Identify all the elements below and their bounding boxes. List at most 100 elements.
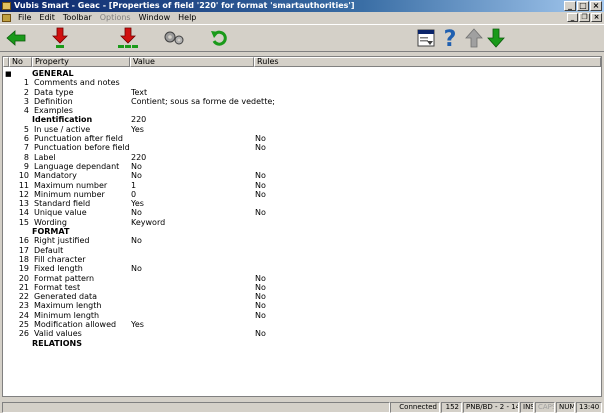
insert-line-button[interactable] <box>48 26 72 50</box>
table-row[interactable]: 24 Minimum length No <box>3 311 601 320</box>
menu-help[interactable]: Help <box>174 12 200 23</box>
table-row[interactable]: 19 Fixed length No <box>3 264 601 273</box>
column-header-value[interactable]: Value <box>130 57 254 67</box>
rules-cell: No <box>255 189 266 199</box>
menu-file[interactable]: File <box>14 12 35 23</box>
property-cell: Examples <box>34 106 73 116</box>
table-row[interactable]: 4 Examples <box>3 106 601 115</box>
property-cell: Format test <box>34 282 81 292</box>
menu-bar: File Edit Toolbar Options Window Help _ … <box>0 12 604 23</box>
help-button[interactable]: ? <box>438 26 462 50</box>
up-arrow-icon <box>465 28 483 48</box>
move-down-button[interactable] <box>484 26 508 50</box>
status-location: PNB/BD - 2 - 148 <box>463 402 519 413</box>
table-row[interactable]: 15 Wording Keyword <box>3 218 601 227</box>
child-close-button[interactable]: × <box>591 13 602 22</box>
property-cell: Comments and notes <box>34 78 120 88</box>
row-number: 18 <box>18 254 29 264</box>
table-row[interactable]: 3 Definition Contient; sous sa forme de ve… <box>3 97 601 106</box>
document-icon[interactable] <box>2 13 11 22</box>
table-row[interactable]: 21 Format test No <box>3 283 601 292</box>
rules-cell: No <box>255 273 266 283</box>
table-row[interactable]: 1 Comments and notes <box>3 78 601 87</box>
row-number: 17 <box>18 245 29 255</box>
row-number: 15 <box>18 217 29 227</box>
table-row[interactable]: 22 Generated data No <box>3 292 601 301</box>
app-icon[interactable] <box>2 2 11 10</box>
property-cell: Format pattern <box>34 273 95 283</box>
status-num: NUM <box>556 402 575 413</box>
insert-multiple-lines-button[interactable] <box>116 26 140 50</box>
property-cell: Language dependant <box>34 161 120 171</box>
menu-window[interactable]: Window <box>135 12 175 23</box>
property-cell: Generated data <box>34 292 98 302</box>
row-number: 14 <box>18 208 29 218</box>
property-cell: Default <box>34 245 64 255</box>
property-cell: Minimum length <box>34 310 100 320</box>
refresh-button[interactable] <box>208 26 232 50</box>
table-row[interactable]: 23 Maximum length No <box>3 301 601 310</box>
table-row[interactable]: 7 Punctuation before field No <box>3 143 601 152</box>
column-header-rules[interactable]: Rules <box>254 57 601 67</box>
insert-multiple-lines-icon <box>118 27 138 48</box>
column-header-property[interactable]: Property <box>32 57 130 67</box>
property-cell: Punctuation before field <box>34 143 130 153</box>
help-icon: ? <box>444 27 457 49</box>
table-row[interactable]: 2 Data type Text <box>3 88 601 97</box>
back-arrow-icon <box>6 30 26 46</box>
table-row[interactable]: 18 Fill character <box>3 255 601 264</box>
table-row[interactable]: 9 Language dependant No <box>3 162 601 171</box>
child-restore-button[interactable]: ❐ <box>579 13 590 22</box>
menu-options[interactable]: Options <box>96 12 135 23</box>
property-cell: Maximum length <box>34 301 102 311</box>
window-button[interactable] <box>414 26 438 50</box>
table-row[interactable]: 11 Maximum number 1 No <box>3 181 601 190</box>
maximize-button[interactable]: □ <box>577 1 589 11</box>
row-number: 24 <box>18 310 29 320</box>
property-cell: Modification allowed <box>34 320 117 330</box>
table-row[interactable]: 5 In use / active Yes <box>3 125 601 134</box>
section-header-row: FORMAT <box>3 227 601 236</box>
table-row[interactable]: 16 Right justified No <box>3 236 601 245</box>
section-header-row: RELATIONS <box>3 339 601 348</box>
minimize-button[interactable]: _ <box>564 1 576 11</box>
properties-grid[interactable]: No Property Value Rules ■ GENERAL 1 Commen… <box>2 56 602 397</box>
property-cell: GENERAL <box>32 69 74 78</box>
window-icon <box>417 29 435 47</box>
value-cell: 220 <box>131 152 147 162</box>
value-cell: Contient; sous sa forme de vedette; <box>131 96 275 106</box>
property-cell: Maximum number <box>34 180 108 190</box>
table-row[interactable]: 20 Format pattern No <box>3 274 601 283</box>
refresh-icon <box>211 30 227 46</box>
table-row[interactable]: 6 Punctuation after field No <box>3 134 601 143</box>
row-number: 1 <box>23 78 29 88</box>
column-header-no[interactable]: No <box>9 57 32 67</box>
table-row[interactable]: 10 Mandatory No No <box>3 171 601 180</box>
property-cell: Valid values <box>34 329 82 339</box>
menu-edit[interactable]: Edit <box>35 12 59 23</box>
property-cell: Mandatory <box>34 171 77 181</box>
row-number: 25 <box>18 320 29 330</box>
table-row[interactable]: 12 Minimum number 0 No <box>3 190 601 199</box>
settings-button[interactable] <box>162 26 186 50</box>
table-row[interactable]: 17 Default <box>3 246 601 255</box>
row-number: 3 <box>23 96 29 106</box>
status-count: 152 <box>441 402 462 413</box>
back-button[interactable] <box>4 26 28 50</box>
value-cell: No <box>131 171 142 181</box>
move-up-button[interactable] <box>462 26 486 50</box>
svg-text:?: ? <box>444 27 457 49</box>
table-row[interactable]: 14 Unique value No No <box>3 208 601 217</box>
row-number: 22 <box>18 292 29 302</box>
table-row[interactable]: 25 Modification allowed Yes <box>3 320 601 329</box>
property-cell: Wording <box>34 217 67 227</box>
table-row[interactable]: 13 Standard field Yes <box>3 199 601 208</box>
table-row[interactable]: 8 Label 220 <box>3 153 601 162</box>
child-minimize-button[interactable]: _ <box>567 13 578 22</box>
close-button[interactable]: × <box>590 1 602 11</box>
rules-cell: No <box>255 310 266 320</box>
row-number: 10 <box>18 171 29 181</box>
down-arrow-icon <box>487 28 505 48</box>
table-row[interactable]: 26 Valid values No <box>3 329 601 338</box>
menu-toolbar[interactable]: Toolbar <box>59 12 96 23</box>
